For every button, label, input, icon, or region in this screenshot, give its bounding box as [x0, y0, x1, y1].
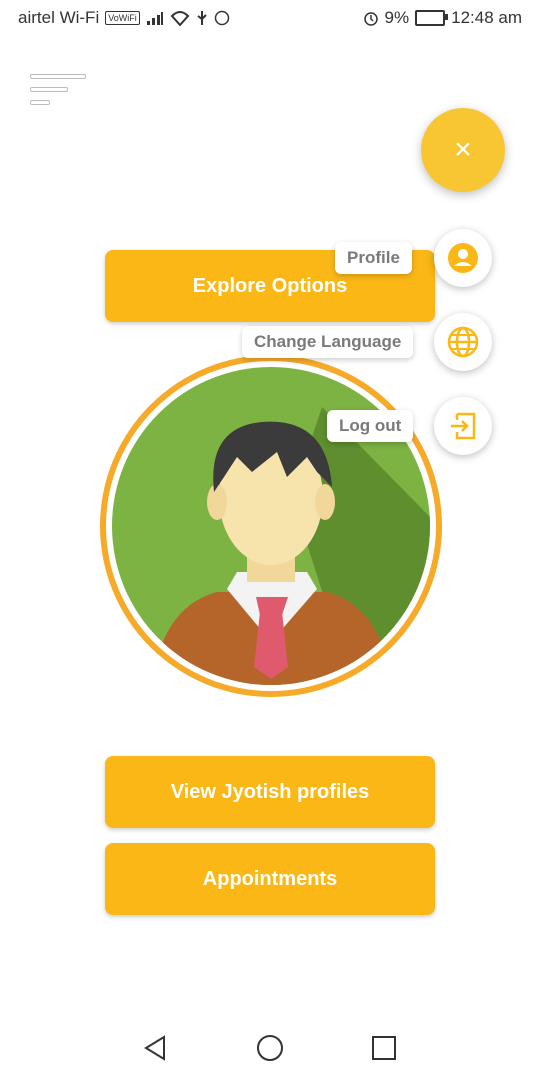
fab-close-button[interactable]: × [421, 108, 505, 192]
exit-icon [451, 412, 476, 440]
battery-icon [415, 10, 449, 26]
person-icon [448, 243, 478, 273]
globe-icon [447, 326, 479, 358]
fab-menu-language-button[interactable] [434, 313, 492, 371]
view-jyotish-profiles-button[interactable]: View Jyotish profiles [105, 756, 435, 828]
back-triangle-icon[interactable] [142, 1034, 168, 1062]
status-bar: airtel Wi-Fi VoWiFi 9% 12:48 am [0, 0, 540, 36]
status-left: airtel Wi-Fi VoWiFi [18, 8, 230, 28]
status-time: 12:48 am [451, 8, 522, 27]
whatsapp-icon [214, 10, 229, 26]
profile-avatar [100, 355, 442, 697]
fab-menu-profile-label[interactable]: Profile [335, 242, 412, 274]
menu-lines-icon[interactable] [30, 74, 88, 114]
vowifi-badge: VoWiFi [105, 11, 140, 25]
home-circle-icon[interactable] [256, 1034, 284, 1062]
battery-percent: 9% [384, 8, 410, 27]
recents-square-icon[interactable] [371, 1034, 397, 1062]
close-icon: × [454, 133, 472, 166]
signal-icon [146, 12, 163, 25]
wifi-icon [170, 11, 190, 26]
fab-menu-logout-button[interactable] [434, 397, 492, 455]
alarm-icon [363, 12, 378, 26]
carrier-label: airtel Wi-Fi [18, 8, 100, 27]
fab-menu-language-label[interactable]: Change Language [242, 326, 414, 358]
status-right: 9% 12:48 am [363, 8, 522, 28]
fab-menu-logout-label[interactable]: Log out [327, 410, 414, 442]
fab-menu-profile-button[interactable] [434, 229, 492, 287]
appointments-button[interactable]: Appointments [105, 843, 435, 915]
usb-icon [197, 11, 207, 25]
system-nav-bar [0, 1020, 540, 1080]
